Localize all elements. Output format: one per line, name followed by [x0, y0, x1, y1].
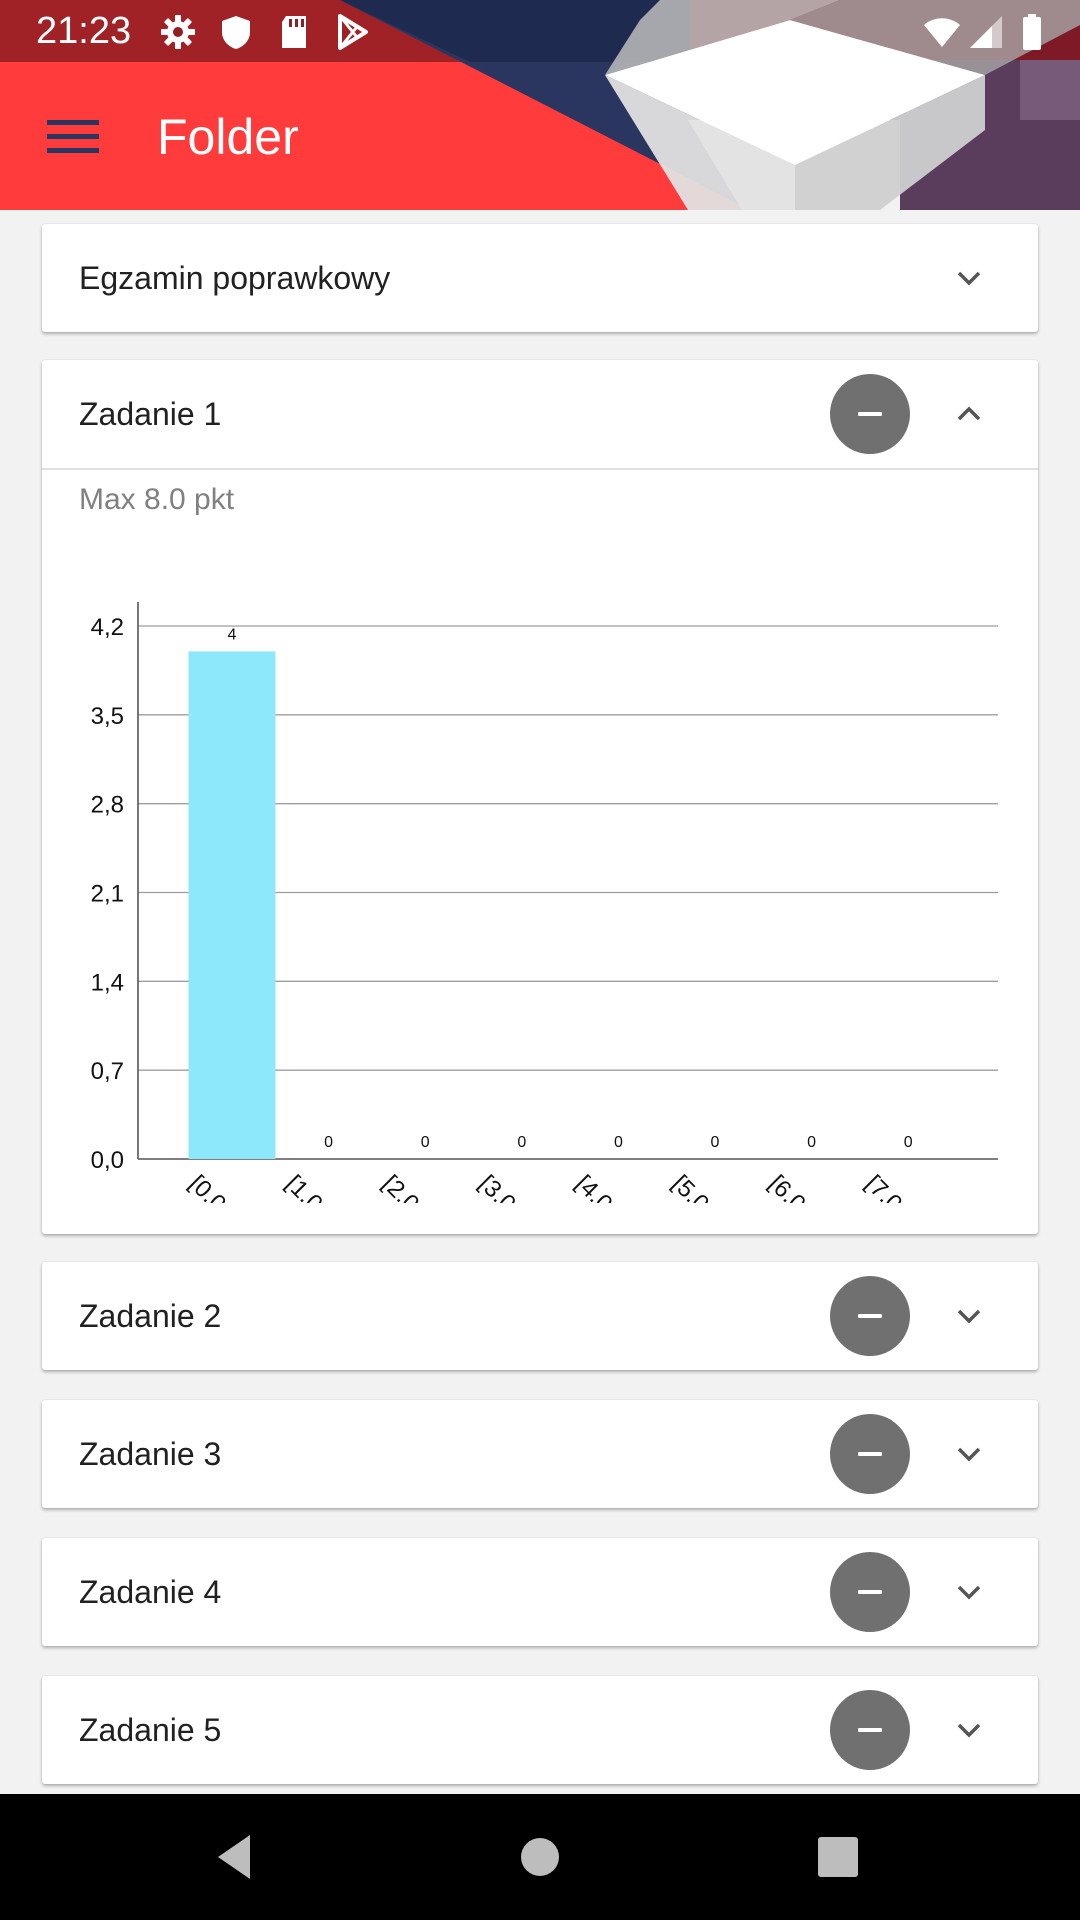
chart-value-label: 0	[614, 1134, 623, 1151]
card-task-5-header[interactable]: Zadanie 5	[42, 1676, 1038, 1784]
back-icon[interactable]	[208, 1827, 268, 1887]
remove-task-5-button[interactable]	[830, 1690, 910, 1770]
card-task-2: Zadanie 2	[42, 1262, 1038, 1370]
card-task-1: Zadanie 1 Max 8.0 pkt 0,0 0,7 1,4 2,1 2,8 3,5…	[42, 360, 1038, 1234]
chart-x-tick-label: [4.0; 5.0)	[570, 1170, 656, 1203]
sd-card-icon	[282, 16, 306, 48]
gear-icon	[161, 15, 195, 49]
chevron-up-icon[interactable]	[949, 394, 989, 434]
remove-task-2-button[interactable]	[830, 1276, 910, 1356]
chart-y-tick-label: 4,2	[91, 614, 124, 641]
card-task-4-title: Zadanie 4	[79, 1574, 222, 1610]
card-exam-title: Egzamin poprawkowy	[79, 260, 391, 296]
card-divider	[42, 468, 1038, 470]
content-list[interactable]: Egzamin poprawkowy Zadanie 1 Max 8.0 pkt…	[0, 210, 1080, 1794]
chart-y-tick-label: 1,4	[91, 969, 124, 996]
chart-value-label: 0	[807, 1134, 816, 1151]
minus-icon	[858, 1728, 882, 1732]
minus-icon	[858, 412, 882, 416]
chart-value-label: 0	[711, 1134, 720, 1151]
chart-value-label: 0	[324, 1134, 333, 1151]
wifi-icon	[924, 18, 960, 47]
signal-icon	[970, 16, 1002, 48]
status-bar: 21:23	[0, 0, 1080, 62]
app-bar: Folder	[0, 62, 1080, 210]
card-exam-header[interactable]: Egzamin poprawkowy	[42, 224, 1038, 332]
remove-task-3-button[interactable]	[830, 1414, 910, 1494]
app-header: 21:23 Folder	[0, 0, 1080, 210]
chart-x-tick-label: [0.0; 1.0)	[184, 1170, 270, 1203]
navigation-bar	[0, 1794, 1080, 1920]
chart-x-tick-label: [1.0; 2.0)	[280, 1170, 366, 1203]
card-task-2-title: Zadanie 2	[79, 1298, 222, 1334]
card-task-3-title: Zadanie 3	[79, 1436, 222, 1472]
chart-x-tick-label: [3.0; 4.0)	[474, 1170, 560, 1203]
chart-y-tick-label: 3,5	[91, 703, 124, 730]
chart-x-tick-label: [7.0; 8.0]	[860, 1170, 945, 1203]
minus-icon	[858, 1314, 882, 1318]
remove-task-4-button[interactable]	[830, 1552, 910, 1632]
card-task-3: Zadanie 3	[42, 1400, 1038, 1508]
chart-y-tick-label: 2,8	[91, 792, 124, 819]
chevron-down-icon[interactable]	[949, 1296, 989, 1336]
card-task-2-header[interactable]: Zadanie 2	[42, 1262, 1038, 1370]
battery-icon	[1023, 14, 1041, 50]
card-task-5: Zadanie 5	[42, 1676, 1038, 1784]
card-task-3-header[interactable]: Zadanie 3	[42, 1400, 1038, 1508]
chevron-down-icon[interactable]	[949, 1710, 989, 1750]
chart-y-tick-label: 0,0	[91, 1147, 124, 1174]
max-points-label: Max 8.0 pkt	[79, 483, 235, 516]
chart-value-label: 0	[421, 1134, 430, 1151]
chart-value-label: 4	[228, 626, 237, 643]
score-histogram-chart: 0,0 0,7 1,4 2,1 2,8 3,5 4,2 4 [0.0; 1.0) 0 [1.0; 2…	[91, 602, 998, 1203]
chart-value-label: 0	[904, 1134, 913, 1151]
chart-value-label: 0	[517, 1134, 526, 1151]
minus-icon	[858, 1590, 882, 1594]
minus-icon	[858, 1452, 882, 1456]
chevron-down-icon[interactable]	[949, 258, 989, 298]
remove-task-1-button[interactable]	[830, 374, 910, 454]
card-task-4: Zadanie 4	[42, 1538, 1038, 1646]
play-store-icon	[338, 14, 368, 50]
chart-y-tick-label: 2,1	[91, 881, 124, 908]
chart-x-tick-label: [5.0; 6.0)	[667, 1170, 753, 1203]
home-icon[interactable]	[510, 1827, 570, 1887]
card-task-5-title: Zadanie 5	[79, 1712, 222, 1748]
shield-icon	[222, 16, 250, 49]
chart-bar	[188, 651, 276, 1159]
chevron-down-icon[interactable]	[949, 1572, 989, 1612]
card-task-1-header[interactable]: Zadanie 1	[42, 360, 1038, 468]
menu-button[interactable]	[32, 102, 114, 170]
status-time: 21:23	[36, 10, 132, 52]
menu-icon	[47, 120, 99, 153]
card-exam: Egzamin poprawkowy	[42, 224, 1038, 332]
app-title: Folder	[157, 109, 299, 165]
chart-x-tick-label: [2.0; 3.0)	[377, 1170, 463, 1203]
recents-icon[interactable]	[808, 1827, 868, 1887]
chart-y-tick-label: 0,7	[91, 1058, 124, 1085]
card-task-1-title: Zadanie 1	[79, 396, 222, 432]
chevron-down-icon[interactable]	[949, 1434, 989, 1474]
card-task-4-header[interactable]: Zadanie 4	[42, 1538, 1038, 1646]
chart-x-tick-label: [6.0; 7.0)	[763, 1170, 849, 1203]
